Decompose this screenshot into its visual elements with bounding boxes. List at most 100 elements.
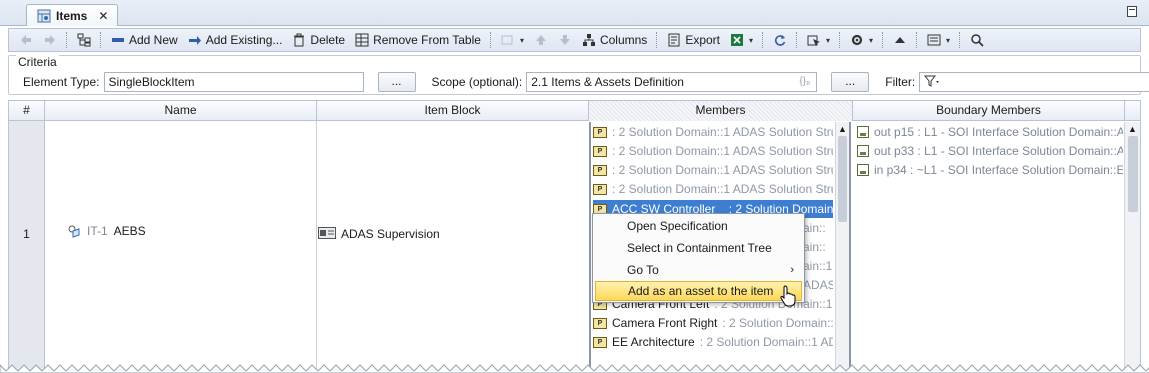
select-button[interactable]: ▾ xyxy=(803,30,834,50)
list-item[interactable]: in p34 : ~L1 - SOI Interface Solution Do… xyxy=(857,161,1123,179)
list-item[interactable]: out p33 : L1 - SOI Interface Solution Do… xyxy=(857,142,1123,160)
add-existing-label: Add Existing... xyxy=(205,33,283,47)
maximize-icon[interactable] xyxy=(1127,6,1137,17)
arrow-down-icon xyxy=(558,33,572,47)
toolbar-separator xyxy=(882,32,884,48)
arrow-left-icon xyxy=(19,33,33,47)
search-icon xyxy=(970,33,984,47)
remove-table-icon xyxy=(355,33,369,47)
header-name[interactable]: Name xyxy=(45,101,317,121)
scroll-up-icon[interactable]: ▲ xyxy=(1128,124,1137,134)
header-item-block[interactable]: Item Block xyxy=(317,101,589,121)
hierarchy-button[interactable] xyxy=(73,30,95,50)
add-existing-button[interactable]: Add Existing... xyxy=(184,30,287,50)
scope-field[interactable]: 2.1 Items & Assets Definition {}₈ xyxy=(526,72,818,92)
members-scrollbar[interactable]: ▲ xyxy=(835,122,849,373)
trash-icon xyxy=(292,33,306,47)
columns-button[interactable]: Columns xyxy=(578,30,651,50)
move-down-button[interactable] xyxy=(554,30,576,50)
hierarchy-icon xyxy=(77,33,91,47)
element-type-field[interactable]: SingleBlockItem xyxy=(103,72,364,92)
tab-label: Items xyxy=(56,8,88,23)
scrollbar-thumb[interactable] xyxy=(838,136,847,222)
part-icon: P xyxy=(593,126,607,138)
list-item[interactable]: P: 2 Solution Domain::1 ADAS Solution St… xyxy=(593,123,833,141)
list-item[interactable]: out p15 : L1 - SOI Interface Solution Do… xyxy=(857,123,1123,141)
move-button[interactable]: ▾ xyxy=(497,30,528,50)
tab-items[interactable]: Items ✕ xyxy=(26,4,118,26)
excel-button[interactable]: ▾ xyxy=(726,30,757,50)
filter-field[interactable] xyxy=(919,72,1149,92)
list-item[interactable]: P EE Architecture: 2 Solution Domain::1 A… xyxy=(593,333,833,351)
export-button[interactable]: Export xyxy=(663,30,724,50)
toolbar-separator xyxy=(959,32,961,48)
name-cell[interactable]: IT-1 AEBS xyxy=(67,224,146,238)
menu-item-open-specification[interactable]: Open Specification xyxy=(595,216,802,236)
back-button[interactable] xyxy=(15,30,37,50)
item-block-cell[interactable]: ADAS Supervision xyxy=(318,227,440,241)
boundary-scrollbar[interactable]: ▲ xyxy=(1124,122,1140,373)
collapse-button[interactable] xyxy=(889,30,911,50)
item-icon xyxy=(67,224,81,238)
list-item[interactable]: P: 2 Solution Domain::1 ADAS Solution St… xyxy=(593,180,833,198)
menu-item-go-to[interactable]: Go To › xyxy=(595,260,802,280)
filter-icon[interactable] xyxy=(924,75,940,87)
add-new-label: Add New xyxy=(129,33,178,47)
menu-item-add-as-asset[interactable]: Add as an asset to the item xyxy=(595,281,802,301)
add-new-button[interactable]: Add New xyxy=(107,30,182,50)
list-item[interactable]: P: 2 Solution Domain::1 ADAS Solution St… xyxy=(593,161,833,179)
item-name: AEBS xyxy=(113,224,146,238)
header-boundary-members[interactable]: Boundary Members xyxy=(853,101,1125,121)
part-icon: P xyxy=(593,317,607,329)
list-item[interactable]: P: 2 Solution Domain::1 ADAS Solution St… xyxy=(593,142,833,160)
columns-icon xyxy=(582,33,596,47)
remove-from-table-button[interactable]: Remove From Table xyxy=(351,30,485,50)
boundary-members-cell[interactable]: out p15 : L1 - SOI Interface Solution Do… xyxy=(853,122,1140,373)
columns-label: Columns xyxy=(599,33,648,47)
move-up-button[interactable] xyxy=(530,30,552,50)
toolbar-separator xyxy=(839,32,841,48)
hand-cursor-icon xyxy=(780,285,798,310)
delete-button[interactable]: Delete xyxy=(288,30,349,50)
remove-from-table-label: Remove From Table xyxy=(373,33,481,47)
list-item[interactable]: P Camera Front Right: 2 Solution Domain::… xyxy=(593,314,833,332)
forward-button[interactable] xyxy=(39,30,61,50)
tab-strip: Items ✕ xyxy=(0,0,1149,26)
export-label: Export xyxy=(685,33,720,47)
scope-browse-button[interactable]: ... xyxy=(831,72,870,92)
select-icon xyxy=(807,33,821,47)
toolbar: Add New Add Existing... Delete Remove Fr… xyxy=(8,28,1141,52)
triangle-up-icon xyxy=(893,33,907,47)
header-members[interactable]: Members xyxy=(589,101,853,121)
toolbar-separator xyxy=(489,32,492,48)
close-icon[interactable]: ✕ xyxy=(98,9,108,23)
port-icon xyxy=(857,126,869,138)
torn-edge xyxy=(0,364,1149,373)
block-icon xyxy=(318,227,336,241)
menu-item-go-to-label: Go To xyxy=(627,263,659,277)
table-header: # Name Item Block Members Boundary Membe… xyxy=(9,100,1140,121)
element-type-label: Element Type: xyxy=(23,75,100,89)
row-number: 1 xyxy=(23,227,30,241)
refresh-button[interactable] xyxy=(769,30,791,50)
export-icon xyxy=(667,33,681,47)
menu-item-select-in-containment-tree[interactable]: Select in Containment Tree xyxy=(595,238,802,258)
scroll-up-icon[interactable]: ▲ xyxy=(838,124,847,134)
list-layout-icon xyxy=(927,33,941,47)
port-icon xyxy=(857,145,869,157)
refresh-icon xyxy=(773,33,787,47)
items-table: # Name Item Block Members Boundary Membe… xyxy=(8,100,1141,373)
criteria-row: Element Type: SingleBlockItem ... Scope … xyxy=(23,72,1149,92)
toolbar-separator xyxy=(100,32,102,48)
criteria-panel: Criteria Element Type: SingleBlockItem .… xyxy=(8,55,1149,95)
scrollbar-thumb[interactable] xyxy=(1128,136,1138,212)
element-type-browse-button[interactable]: ... xyxy=(377,72,416,92)
submenu-arrow-icon: › xyxy=(790,264,794,276)
scope-value: 2.1 Items & Assets Definition xyxy=(531,75,684,89)
options-button[interactable]: ▾ xyxy=(846,30,877,50)
toolbar-separator xyxy=(916,32,918,48)
header-num[interactable]: # xyxy=(9,101,45,121)
search-button[interactable] xyxy=(966,30,988,50)
layout-button[interactable]: ▾ xyxy=(923,30,954,50)
excel-icon xyxy=(730,33,744,47)
